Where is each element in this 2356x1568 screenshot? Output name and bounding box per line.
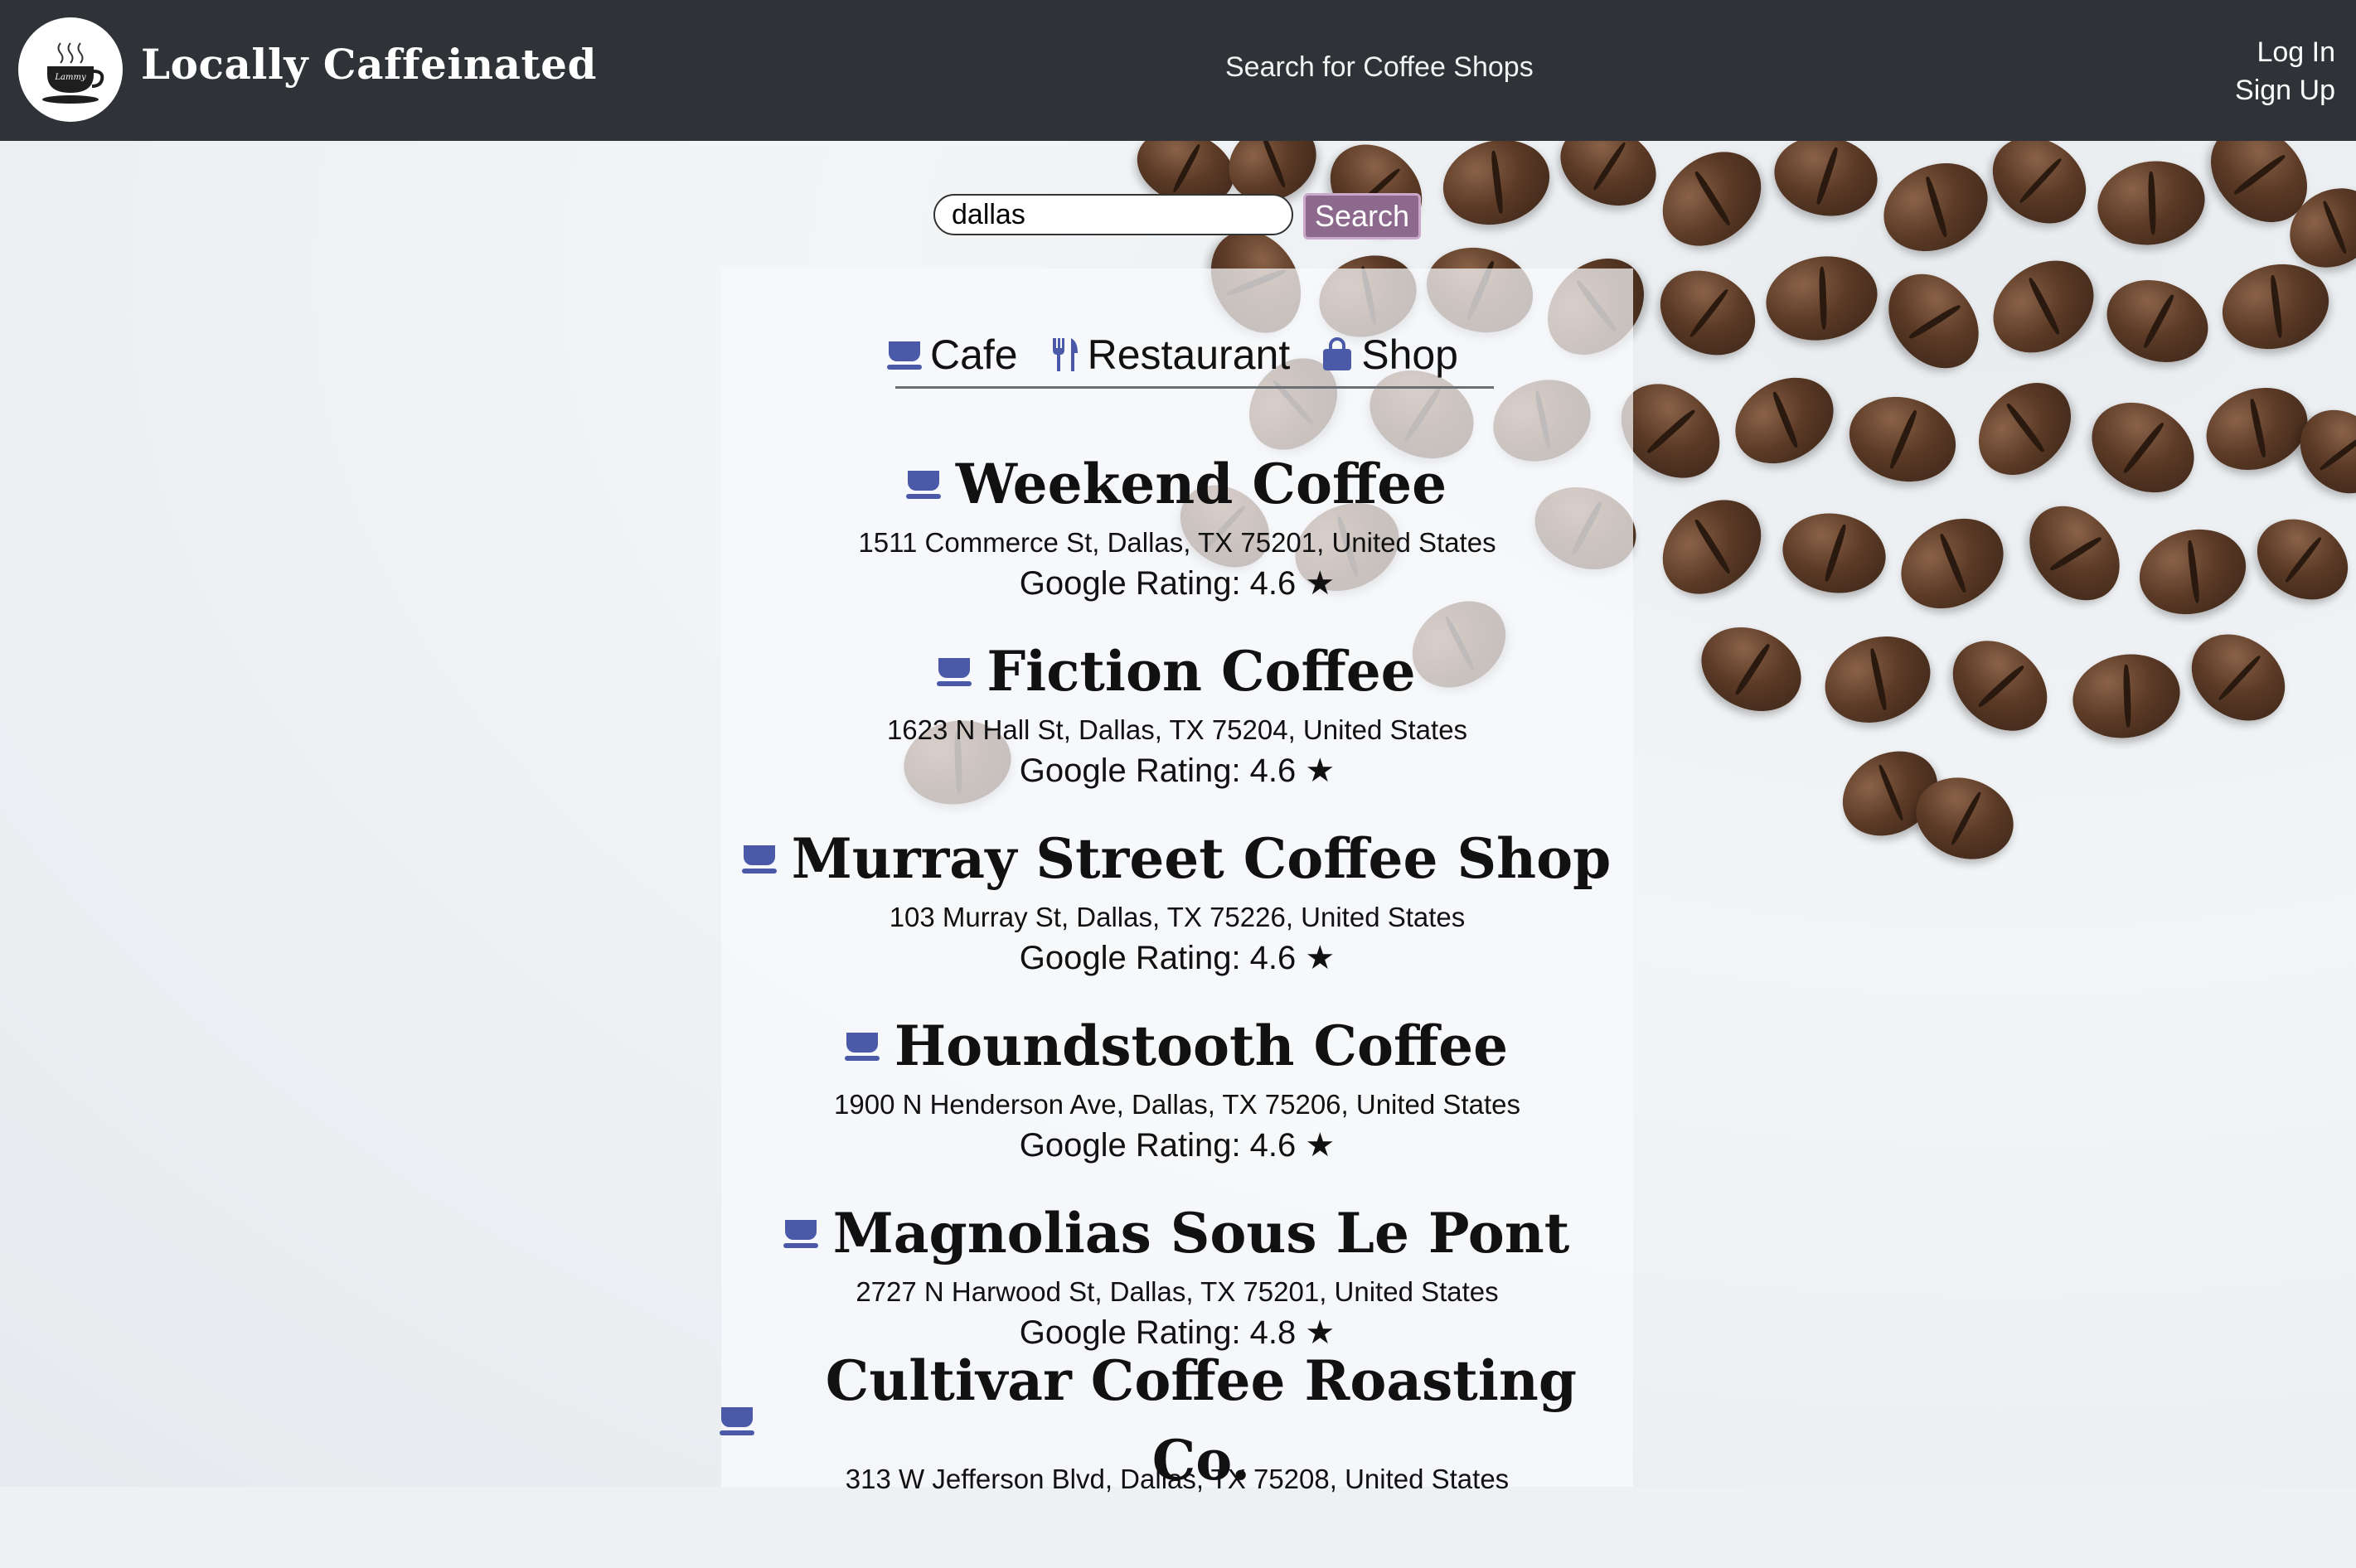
shop-address: 313 W Jefferson Blvd, Dallas, TX 75208, … [845,1464,1510,1494]
coffee-cup-icon [720,1406,754,1435]
tabs-divider [895,386,1494,389]
tab-shop[interactable]: Shop [1321,331,1458,379]
tab-cafe[interactable]: Cafe [887,331,1018,379]
shop-rating: Google Rating: 4.6 ★ [1019,1127,1336,1164]
shop-name[interactable]: Murray Street Coffee Shop [792,819,1612,898]
top-navbar: Lammy Locally Caffeinated Search for Cof… [0,0,2356,141]
shop-address: 1623 N Hall St, Dallas, TX 75204, United… [886,714,1468,745]
shop-rating: Google Rating: 4.6 ★ [1019,753,1336,789]
shop-address: 1900 N Henderson Ave, Dallas, TX 75206, … [834,1089,1520,1120]
coffee-cup-icon [887,340,922,370]
shop-address: 103 Murray St, Dallas, TX 75226, United … [889,902,1466,932]
search-button[interactable]: Search [1303,193,1421,240]
login-link[interactable]: Log In [2235,33,2335,71]
logo[interactable]: Lammy [18,17,123,122]
category-tabs: Cafe Restaurant Shop [887,322,1458,388]
tab-label: Restaurant [1087,332,1291,378]
shop-rating: Google Rating: 4.6 ★ [1019,940,1336,976]
coffee-cup-icon [937,656,972,686]
tab-restaurant[interactable]: Restaurant [1050,331,1291,379]
list-item[interactable]: Murray Street Coffee Shop 103 Murray St,… [721,819,1633,1006]
list-item[interactable]: Cultivar Coffee Roasting Co. 313 W Jeffe… [720,1348,1633,1568]
tab-label: Cafe [930,332,1018,378]
tab-label: Shop [1361,332,1458,378]
nav-search-link[interactable]: Search for Coffee Shops [1225,51,1534,84]
coffee-cup-icon [905,469,941,499]
signup-link[interactable]: Sign Up [2235,71,2335,109]
shop-address: 1511 Commerce St, Dallas, TX 75201, Unit… [858,527,1496,558]
coffee-cup-icon [844,1031,880,1061]
coffee-cup-icon [741,844,777,874]
shopping-bag-icon [1323,337,1352,370]
shop-name[interactable]: Magnolias Sous Le Pont [833,1193,1570,1273]
shop-rating: Google Rating: 4.6 ★ [1019,565,1336,602]
auth-links: Log In Sign Up [2235,33,2335,109]
shop-name[interactable]: Houndstooth Coffee [894,1006,1508,1086]
shop-name[interactable]: Weekend Coffee [956,444,1447,524]
shop-name[interactable]: Fiction Coffee [987,632,1415,711]
svg-text:Lammy: Lammy [54,73,86,82]
list-item[interactable]: Houndstooth Coffee 1900 N Henderson Ave,… [721,1006,1633,1193]
results-list: Weekend Coffee 1511 Commerce St, Dallas,… [720,444,1633,1568]
brand-title[interactable]: Locally Caffeinated [141,40,597,89]
shop-address: 2727 N Harwood St, Dallas, TX 75201, Uni… [856,1276,1499,1307]
list-item[interactable]: Weekend Coffee 1511 Commerce St, Dallas,… [721,444,1633,632]
list-item[interactable]: Fiction Coffee 1623 N Hall St, Dallas, T… [721,632,1633,819]
fork-knife-icon [1052,338,1078,371]
coffee-cup-icon [783,1218,818,1248]
search-input[interactable] [933,194,1293,235]
coffee-cup-logo-icon: Lammy [42,42,104,104]
